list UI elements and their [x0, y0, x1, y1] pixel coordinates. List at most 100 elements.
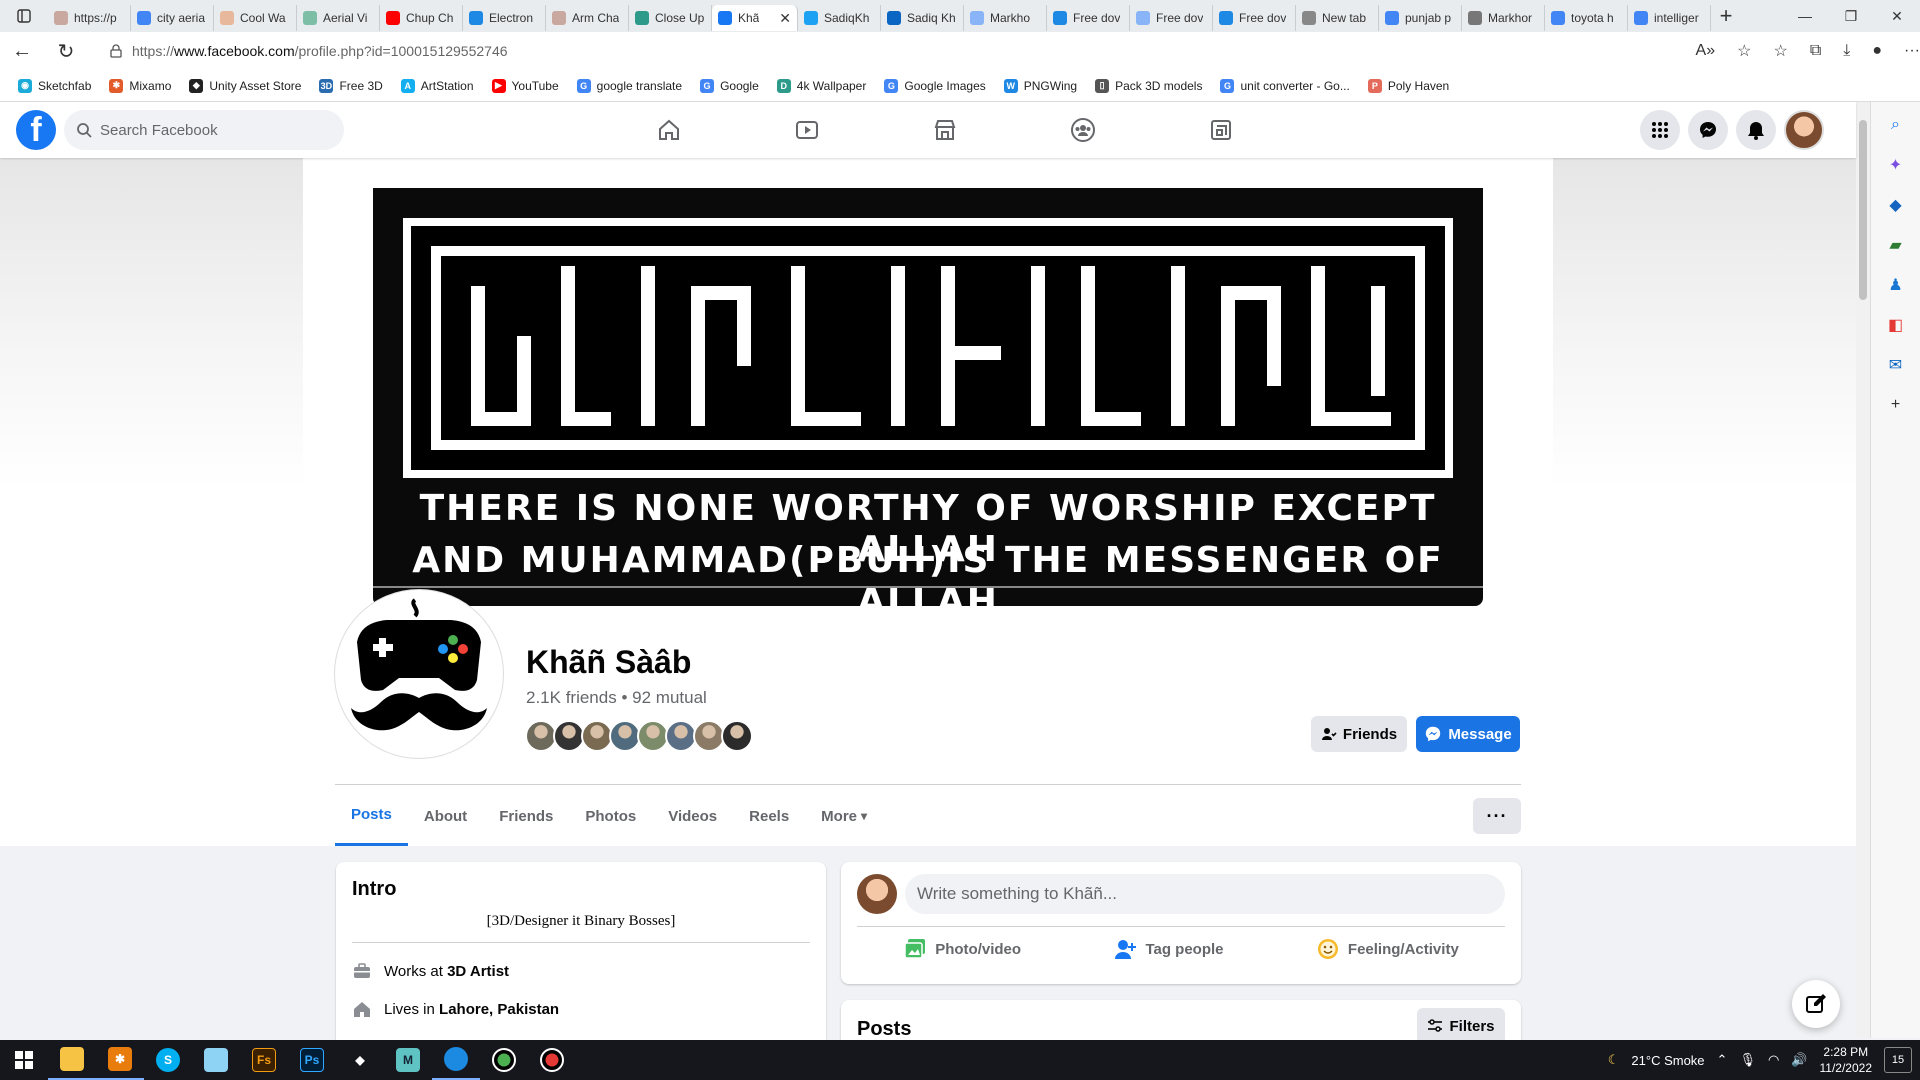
- marketplace-nav-icon[interactable]: [876, 102, 1014, 158]
- browser-tab[interactable]: Close Up: [629, 5, 712, 31]
- taskbar-skype-icon[interactable]: S: [144, 1040, 192, 1080]
- weather-icon[interactable]: ☾: [1608, 1052, 1620, 1068]
- sidebar-shopping-icon[interactable]: ◆: [1885, 194, 1907, 216]
- new-message-icon[interactable]: [1792, 980, 1840, 1028]
- bookmark-item[interactable]: ▶ YouTube: [486, 78, 565, 93]
- profile-tab-about[interactable]: About: [408, 786, 483, 846]
- browser-tab[interactable]: Markhor: [1462, 5, 1545, 31]
- taskbar-file-explorer-icon[interactable]: [48, 1040, 96, 1080]
- lives-place-link[interactable]: Lahore, Pakistan: [439, 1001, 559, 1018]
- browser-tab[interactable]: Electron: [463, 5, 546, 31]
- bookmark-item[interactable]: ✱ Mixamo: [103, 78, 177, 93]
- browser-tab[interactable]: Free dov: [1213, 5, 1296, 31]
- volume-icon[interactable]: 🔊: [1791, 1052, 1807, 1068]
- taskbar-photoshop-icon[interactable]: Ps: [288, 1040, 336, 1080]
- message-button[interactable]: Message: [1416, 716, 1520, 752]
- composer-input[interactable]: Write something to Khãñ...: [905, 874, 1505, 914]
- taskbar-maya-icon[interactable]: M: [384, 1040, 432, 1080]
- messenger-icon[interactable]: [1688, 110, 1728, 150]
- tag-people-button[interactable]: Tag people: [1113, 937, 1224, 961]
- browser-tab[interactable]: Chup Ch: [380, 5, 463, 31]
- profile-tab-reels[interactable]: Reels: [733, 786, 805, 846]
- taskbar-app-icon[interactable]: [192, 1040, 240, 1080]
- clock[interactable]: 2:28 PM 11/2/2022: [1820, 1044, 1873, 1076]
- bookmark-item[interactable]: W PNGWing: [998, 78, 1083, 93]
- more-options-button[interactable]: ···: [1473, 798, 1521, 834]
- profile-tab-posts[interactable]: Posts: [335, 786, 408, 846]
- work-place-link[interactable]: 3D Artist: [447, 963, 509, 980]
- profile-tab-photos[interactable]: Photos: [569, 786, 652, 846]
- browser-tab[interactable]: toyota h: [1545, 5, 1628, 31]
- profile-tab-videos[interactable]: Videos: [652, 786, 733, 846]
- profile-picture[interactable]: [335, 590, 503, 758]
- gaming-nav-icon[interactable]: [1152, 102, 1290, 158]
- taskbar-edge-icon[interactable]: [432, 1040, 480, 1080]
- bookmark-item[interactable]: P Poly Haven: [1362, 78, 1455, 93]
- new-tab-button[interactable]: +: [1711, 3, 1741, 29]
- bookmark-item[interactable]: Gunit converter - Go...: [1214, 78, 1355, 93]
- browser-tab[interactable]: Aerial Vi: [297, 5, 380, 31]
- bookmark-item[interactable]: G Google Images: [878, 78, 991, 93]
- microphone-icon[interactable]: 🎙: [1739, 1052, 1756, 1068]
- tab-close-icon[interactable]: ✕: [779, 10, 791, 27]
- facebook-search-input[interactable]: Search Facebook: [64, 110, 344, 150]
- scrollbar-thumb[interactable]: [1859, 120, 1867, 300]
- friends-button[interactable]: Friends: [1311, 716, 1407, 752]
- browser-tab[interactable]: Arm Cha: [546, 5, 629, 31]
- browser-tab[interactable]: intelliger: [1628, 5, 1711, 31]
- facebook-logo-icon[interactable]: f: [16, 110, 56, 150]
- menu-grid-icon[interactable]: [1640, 110, 1680, 150]
- notification-center-icon[interactable]: 15: [1884, 1047, 1912, 1073]
- back-button[interactable]: ←: [0, 40, 44, 63]
- photo-video-button[interactable]: Photo/video: [903, 937, 1021, 961]
- settings-more-icon[interactable]: ···: [1904, 42, 1920, 60]
- refresh-button[interactable]: ↻: [44, 39, 88, 64]
- filters-button[interactable]: Filters: [1417, 1008, 1505, 1044]
- mutual-friends-avatars[interactable]: [525, 720, 753, 752]
- browser-tab[interactable]: https://p: [48, 5, 131, 31]
- feeling-activity-button[interactable]: Feeling/Activity: [1316, 937, 1459, 961]
- tab-actions-icon[interactable]: [0, 0, 48, 32]
- home-nav-icon[interactable]: [600, 102, 738, 158]
- browser-tab[interactable]: Markho: [964, 5, 1047, 31]
- composer-avatar[interactable]: [857, 874, 897, 914]
- mutual-friend-avatar[interactable]: [721, 720, 753, 752]
- profile-icon[interactable]: ●: [1872, 42, 1882, 60]
- bookmark-item[interactable]: ◆ Unity Asset Store: [183, 78, 307, 93]
- sidebar-add-icon[interactable]: +: [1885, 394, 1907, 416]
- account-avatar[interactable]: [1784, 110, 1824, 150]
- browser-tab[interactable]: New tab: [1296, 5, 1379, 31]
- taskbar-recorder-icon[interactable]: [480, 1040, 528, 1080]
- collections-icon[interactable]: ⧉: [1810, 42, 1821, 60]
- friends-count[interactable]: 2.1K friends • 92 mutual: [526, 688, 707, 708]
- taskbar-fuse-icon[interactable]: Fs: [240, 1040, 288, 1080]
- browser-tab[interactable]: Free dov: [1047, 5, 1130, 31]
- sidebar-search-icon[interactable]: ⌕: [1885, 114, 1907, 136]
- profile-tab-more[interactable]: More ▾: [805, 786, 883, 846]
- taskbar-record-icon[interactable]: [528, 1040, 576, 1080]
- lock-icon[interactable]: [110, 44, 122, 58]
- browser-tab[interactable]: SadiqKh: [798, 5, 881, 31]
- wifi-icon[interactable]: ◠: [1768, 1052, 1779, 1068]
- bookmark-item[interactable]: D 4k Wallpaper: [771, 78, 873, 93]
- cover-photo[interactable]: THERE IS NONE WORTHY OF WORSHIP EXCEPT A…: [373, 188, 1483, 606]
- close-window-button[interactable]: ✕: [1874, 8, 1920, 25]
- read-aloud-icon[interactable]: A»: [1696, 42, 1716, 60]
- bookmark-item[interactable]: ◉ Sketchfab: [12, 78, 97, 93]
- browser-tab[interactable]: city aeria: [131, 5, 214, 31]
- favorites-icon[interactable]: ☆: [1773, 41, 1787, 61]
- sidebar-tools-icon[interactable]: ▰: [1885, 234, 1907, 256]
- weather-text[interactable]: 21°C Smoke: [1631, 1053, 1704, 1068]
- sidebar-office-icon[interactable]: ◧: [1885, 314, 1907, 336]
- browser-tab[interactable]: Cool Wa: [214, 5, 297, 31]
- browser-tab[interactable]: Khã ✕: [712, 5, 798, 31]
- downloads-icon[interactable]: ⤓: [1843, 42, 1850, 60]
- watch-nav-icon[interactable]: [738, 102, 876, 158]
- browser-tab[interactable]: punjab p: [1379, 5, 1462, 31]
- bookmark-item[interactable]: Ggoogle translate: [571, 78, 688, 93]
- notifications-bell-icon[interactable]: [1736, 110, 1776, 150]
- bookmark-item[interactable]: 3D Free 3D: [313, 78, 388, 93]
- bookmark-item[interactable]: G Google: [694, 78, 765, 93]
- url-field[interactable]: https://www.facebook.com/profile.php?id=…: [96, 36, 1686, 66]
- tray-chevron-icon[interactable]: ⌃: [1717, 1052, 1728, 1068]
